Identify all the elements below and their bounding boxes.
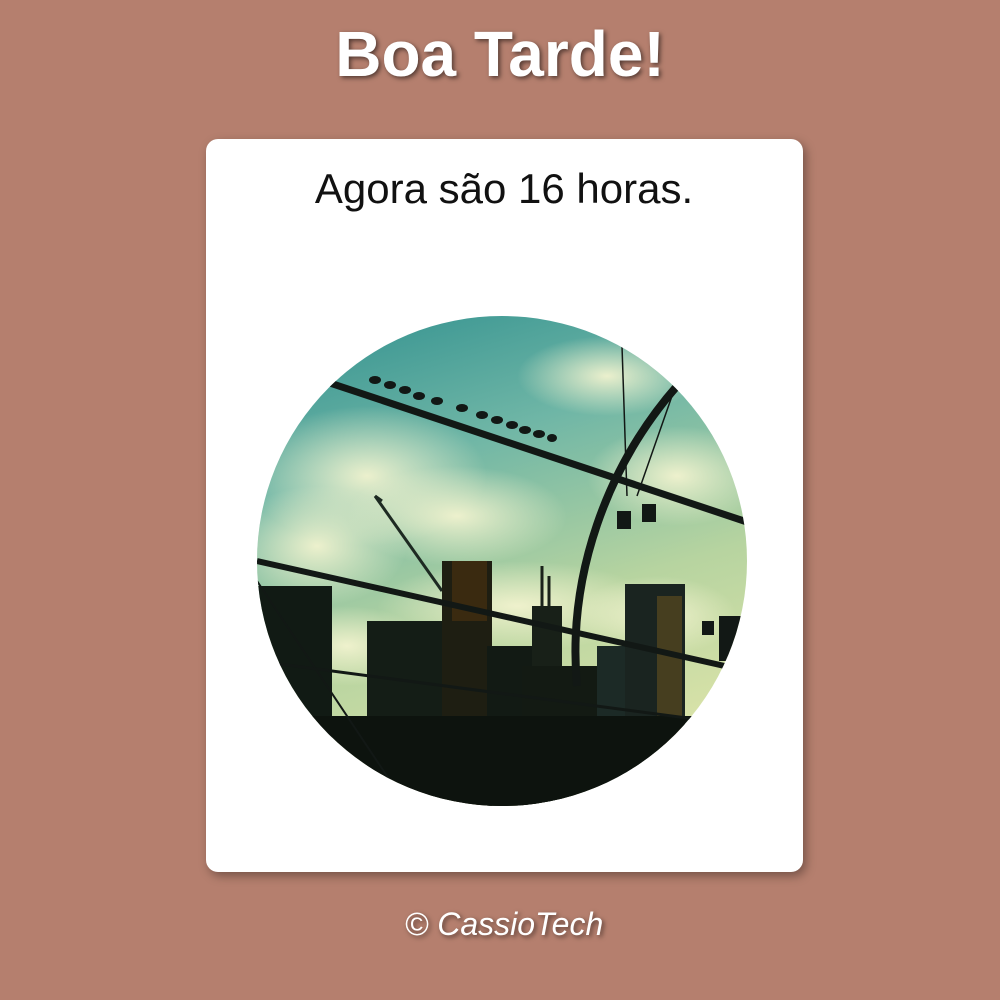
page-title: Boa Tarde! [335, 18, 665, 90]
city-skyline-image [257, 316, 747, 806]
period-photo [257, 316, 747, 806]
current-time-text: Agora são 16 horas. [314, 165, 694, 212]
copyright-footer: © CassioTech [404, 906, 604, 942]
